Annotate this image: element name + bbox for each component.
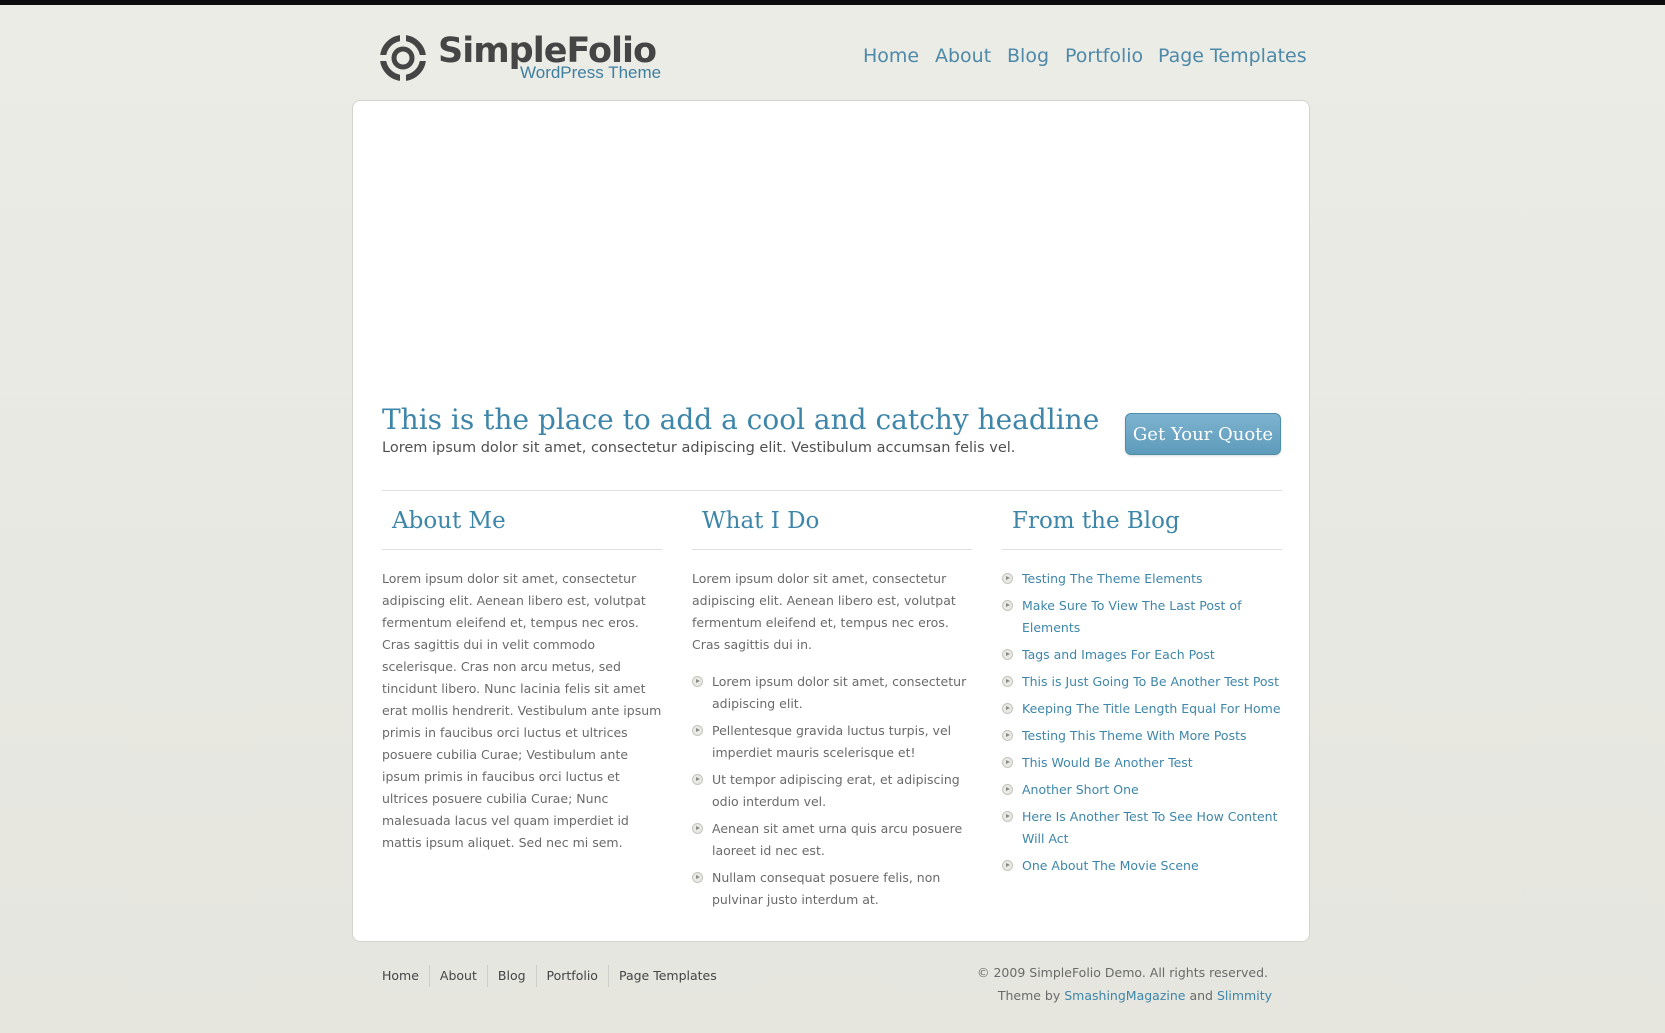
- section-divider: [382, 490, 1282, 491]
- smashingmagazine-link[interactable]: SmashingMagazine: [1064, 988, 1185, 1003]
- slimmity-link[interactable]: Slimmity: [1217, 988, 1272, 1003]
- bullet-arrow-icon: [1002, 730, 1013, 741]
- list-item: Nullam consequat posuere felis, non pulv…: [692, 867, 972, 911]
- theme-credit: Theme by SmashingMagazine and Slimmity: [998, 988, 1272, 1003]
- nav-page-templates[interactable]: Page Templates: [1158, 45, 1307, 67]
- footer-nav-blog[interactable]: Blog: [486, 965, 536, 987]
- blog-post-item: Testing The Theme Elements: [1002, 568, 1282, 590]
- blog-post-item: Testing This Theme With More Posts: [1002, 725, 1282, 747]
- blog-post-list: Testing The Theme Elements Make Sure To …: [1002, 568, 1282, 877]
- bullet-arrow-icon: [1002, 703, 1013, 714]
- about-rule: [382, 549, 662, 550]
- blog-column: From the Blog Testing The Theme Elements…: [1002, 503, 1282, 882]
- hero-headline: This is the place to add a cool and catc…: [382, 403, 1100, 436]
- nav-home[interactable]: Home: [863, 45, 919, 67]
- blog-post-item: This is Just Going To Be Another Test Po…: [1002, 671, 1282, 693]
- blog-title: From the Blog: [1012, 508, 1180, 534]
- about-column: About Me Lorem ipsum dolor sit amet, con…: [382, 503, 662, 854]
- blog-post-link[interactable]: This Would Be Another Test: [1022, 755, 1193, 770]
- bullet-arrow-icon: [1002, 676, 1013, 687]
- blog-post-item: This Would Be Another Test: [1002, 752, 1282, 774]
- what-i-do-rule: [692, 549, 972, 550]
- bullet-arrow-icon: [692, 774, 703, 785]
- theme-credit-prefix: Theme by: [997, 988, 1061, 1003]
- bullet-arrow-icon: [692, 872, 703, 883]
- footer-nav: Home About Blog Portfolio Page Templates: [382, 965, 727, 987]
- bullet-arrow-icon: [1002, 757, 1013, 768]
- nav-about[interactable]: About: [935, 45, 991, 67]
- list-item: Lorem ipsum dolor sit amet, consectetur …: [692, 671, 972, 715]
- list-item: Ut tempor adipiscing erat, et adipiscing…: [692, 769, 972, 813]
- bullet-arrow-icon: [1002, 573, 1013, 584]
- footer-nav-page-templates[interactable]: Page Templates: [607, 965, 727, 987]
- hero-subline: Lorem ipsum dolor sit amet, consectetur …: [382, 440, 1016, 456]
- bullet-arrow-icon: [692, 725, 703, 736]
- what-i-do-text: Lorem ipsum dolor sit amet, consectetur …: [692, 571, 956, 652]
- blog-post-item: One About The Movie Scene: [1002, 855, 1282, 877]
- bullet-arrow-icon: [1002, 811, 1013, 822]
- list-item: Pellentesque gravida luctus turpis, vel …: [692, 720, 972, 764]
- blog-post-link[interactable]: One About The Movie Scene: [1022, 858, 1199, 873]
- blog-post-item: Tags and Images For Each Post: [1002, 644, 1282, 666]
- copyright-text: © 2009 SimpleFolio Demo. All rights rese…: [977, 965, 1268, 980]
- theme-credit-and: and: [1189, 988, 1213, 1003]
- blog-post-item: Another Short One: [1002, 779, 1282, 801]
- bullet-arrow-icon: [1002, 649, 1013, 660]
- get-quote-button[interactable]: Get Your Quote: [1125, 413, 1281, 455]
- logo-target-icon: [380, 35, 426, 81]
- bullet-arrow-icon: [1002, 600, 1013, 611]
- about-text: Lorem ipsum dolor sit amet, consectetur …: [382, 571, 662, 850]
- top-bar: [0, 0, 1665, 5]
- list-item: Aenean sit amet urna quis arcu posuere l…: [692, 818, 972, 862]
- what-i-do-title: What I Do: [702, 508, 820, 534]
- blog-post-link[interactable]: This is Just Going To Be Another Test Po…: [1022, 674, 1279, 689]
- bullet-arrow-icon: [692, 823, 703, 834]
- footer-nav-portfolio[interactable]: Portfolio: [535, 965, 608, 987]
- blog-post-item: Keeping The Title Length Equal For Home: [1002, 698, 1282, 720]
- blog-post-link[interactable]: Here Is Another Test To See How Content …: [1022, 809, 1278, 846]
- blog-post-item: Make Sure To View The Last Post of Eleme…: [1002, 595, 1282, 639]
- about-title: About Me: [392, 508, 506, 534]
- blog-post-link[interactable]: Testing This Theme With More Posts: [1022, 728, 1247, 743]
- nav-blog[interactable]: Blog: [1007, 45, 1049, 67]
- bullet-arrow-icon: [692, 676, 703, 687]
- footer-nav-home[interactable]: Home: [382, 965, 429, 987]
- site-logo[interactable]: SimpleFolio WordPress Theme: [372, 31, 662, 88]
- blog-post-link[interactable]: Make Sure To View The Last Post of Eleme…: [1022, 598, 1241, 635]
- blog-post-link[interactable]: Testing The Theme Elements: [1022, 571, 1203, 586]
- footer-nav-about[interactable]: About: [428, 965, 487, 987]
- what-i-do-column: What I Do Lorem ipsum dolor sit amet, co…: [692, 503, 972, 916]
- logo-subtitle: WordPress Theme: [520, 63, 662, 82]
- nav-portfolio[interactable]: Portfolio: [1065, 45, 1143, 67]
- bullet-arrow-icon: [1002, 860, 1013, 871]
- blog-post-item: Here Is Another Test To See How Content …: [1002, 806, 1282, 850]
- bullet-arrow-icon: [1002, 784, 1013, 795]
- what-i-do-list: Lorem ipsum dolor sit amet, consectetur …: [692, 671, 972, 911]
- blog-post-link[interactable]: Tags and Images For Each Post: [1022, 647, 1215, 662]
- blog-post-link[interactable]: Keeping The Title Length Equal For Home: [1022, 701, 1281, 716]
- blog-post-link[interactable]: Another Short One: [1022, 782, 1139, 797]
- blog-rule: [1002, 549, 1282, 550]
